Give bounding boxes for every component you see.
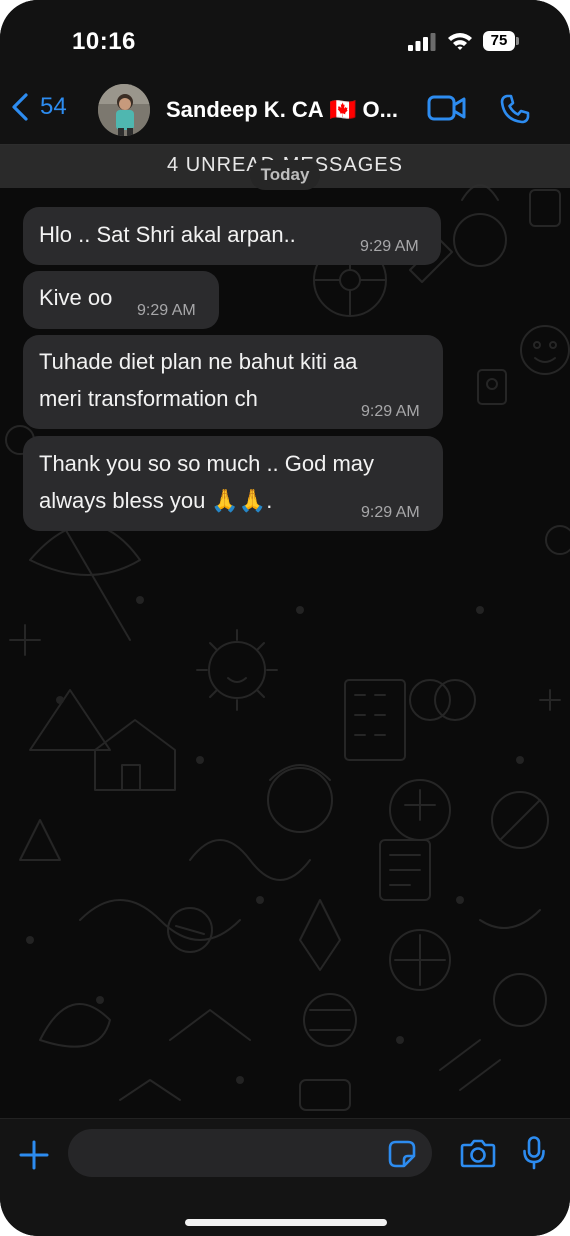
battery-level: 75 [490, 32, 508, 49]
message-time: 9:29 AM [360, 238, 419, 255]
status-bar: 10:16 75 [0, 0, 570, 82]
chat-header: 54 Sandeep K. CA 🇨🇦 O... [0, 82, 570, 145]
battery-tip [516, 37, 519, 45]
chevron-left-icon [12, 93, 28, 121]
message-bubble[interactable]: Tuhade diet plan ne bahut kiti aa meri t… [23, 335, 443, 429]
message-bubble[interactable]: Hlo .. Sat Shri akal arpan.. 9:29 AM [23, 207, 441, 265]
message-bubble[interactable]: Thank you so so much .. God may always b… [23, 436, 443, 531]
message-time: 9:29 AM [361, 403, 420, 420]
message-time: 9:29 AM [137, 302, 196, 319]
phone-icon[interactable] [500, 94, 530, 124]
message-text: Tuhade diet plan ne bahut kiti aa [39, 349, 358, 374]
microphone-icon[interactable] [522, 1136, 546, 1170]
sticker-icon[interactable] [388, 1140, 416, 1168]
date-separator: Today [250, 160, 320, 190]
message-bubble[interactable]: Kive oo 9:29 AM [23, 271, 219, 329]
message-text-line-2: always bless you 🙏🙏. [39, 488, 273, 513]
unread-chats-count: 54 [40, 93, 67, 120]
home-indicator[interactable] [185, 1219, 387, 1226]
battery-indicator: 75 [483, 31, 519, 51]
message-time: 9:29 AM [361, 504, 420, 521]
message-input[interactable] [68, 1129, 432, 1177]
camera-icon[interactable] [460, 1138, 496, 1168]
message-text-line-2: meri transformation ch [39, 386, 258, 411]
contact-avatar[interactable] [98, 84, 150, 136]
message-text: Kive oo [39, 285, 113, 310]
avatar-photo [98, 84, 150, 136]
message-text: Hlo .. Sat Shri akal arpan.. [39, 222, 296, 247]
cellular-signal-icon [408, 33, 436, 51]
wifi-icon [448, 33, 472, 50]
contact-name[interactable]: Sandeep K. CA 🇨🇦 O... [166, 97, 406, 123]
plus-icon[interactable] [18, 1139, 50, 1171]
status-time: 10:16 [72, 28, 136, 55]
message-text: Thank you so so much .. God may [39, 451, 375, 476]
chat-screen: 10:16 75 54 Sandeep K. CA 🇨🇦 O... 4 UNRE… [0, 0, 570, 1236]
back-button[interactable]: 54 [10, 92, 67, 122]
video-camera-icon[interactable] [427, 94, 467, 122]
